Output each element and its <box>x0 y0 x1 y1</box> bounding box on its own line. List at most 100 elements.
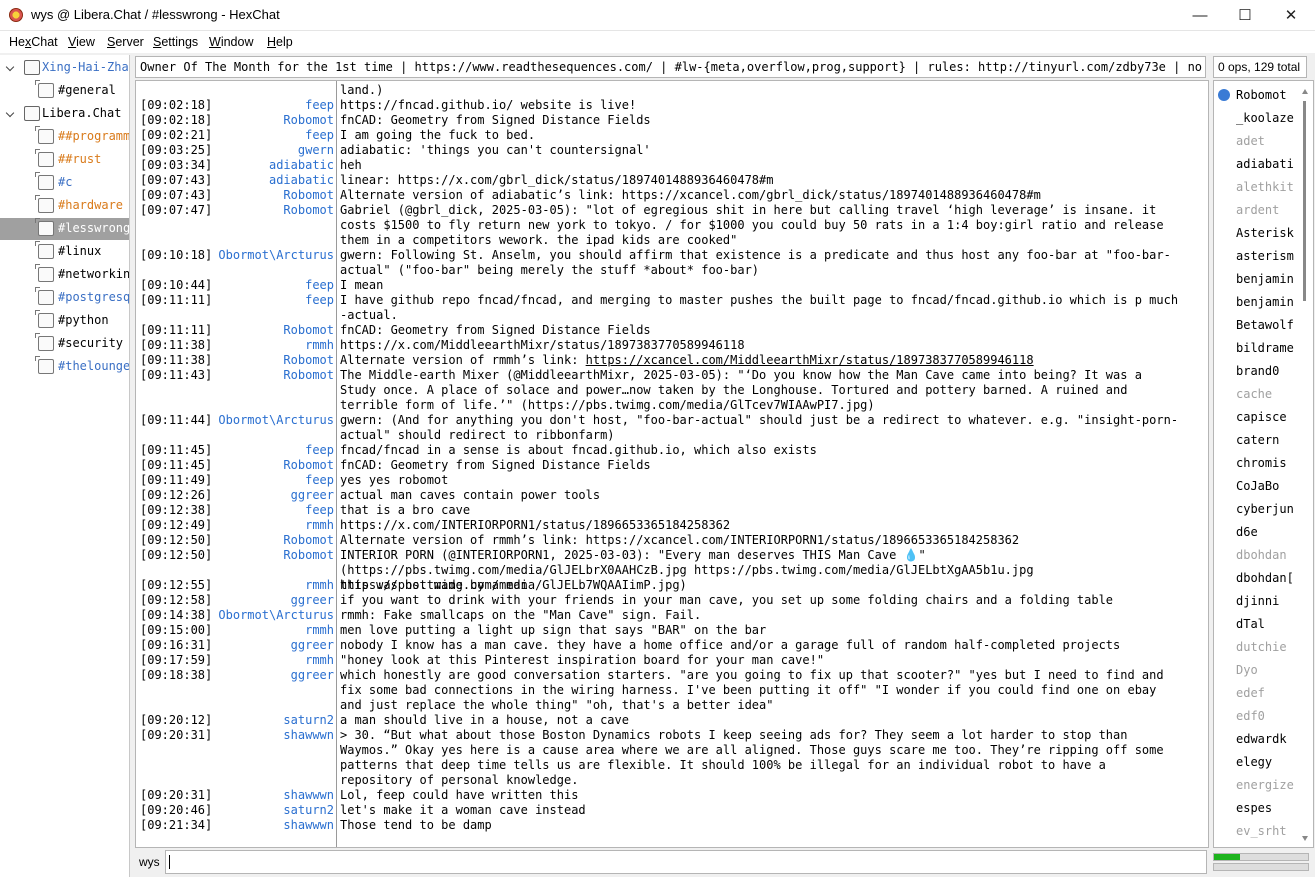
user-list-item[interactable]: edef <box>1236 686 1265 700</box>
menu-help[interactable]: Help <box>267 35 293 49</box>
user-list-item[interactable]: adiabati <box>1236 157 1294 171</box>
user-list-item[interactable]: cyberjun <box>1236 502 1294 516</box>
user-list-item[interactable]: edf0 <box>1236 709 1265 723</box>
tree-channel[interactable]: #linux <box>0 241 129 263</box>
user-list-item[interactable]: d6e <box>1236 525 1258 539</box>
user-list-item[interactable]: elegy <box>1236 755 1272 769</box>
tree-server[interactable]: Libera.Chat <box>0 103 129 125</box>
user-list-item[interactable]: benjamin <box>1236 272 1294 286</box>
tree-channel[interactable]: #security <box>0 333 129 355</box>
user-list-item[interactable]: djinni <box>1236 594 1279 608</box>
message-nick[interactable]: Robomot <box>283 113 334 128</box>
chat-log[interactable]: land.) [09:02:18] feep https://fncad.github… <box>135 80 1209 848</box>
user-list-item[interactable]: dbohdan <box>1236 548 1287 562</box>
message-nick[interactable]: adiabatic <box>269 173 334 188</box>
user-list-item[interactable]: dutchie <box>1236 640 1287 654</box>
user-list-item[interactable]: espes <box>1236 801 1272 815</box>
user-list-item[interactable]: bildrame <box>1236 341 1294 355</box>
user-list-item[interactable]: Asterisk <box>1236 226 1294 240</box>
user-scroll-down-icon[interactable] <box>1302 836 1308 841</box>
message-nick[interactable]: gwern <box>298 143 334 158</box>
tree-channel[interactable]: ##programming <box>0 126 129 148</box>
user-list-item[interactable]: Dyo <box>1236 663 1258 677</box>
minimize-button[interactable]: — <box>1177 0 1223 30</box>
message-nick[interactable]: Robomot <box>283 458 334 473</box>
user-list-item[interactable]: benjamin <box>1236 295 1294 309</box>
user-list-item[interactable]: Betawolf <box>1236 318 1294 332</box>
tree-channel[interactable]: #networking <box>0 264 129 286</box>
message-nick[interactable]: Robomot <box>283 533 334 548</box>
user-list-item[interactable]: Robomot <box>1236 88 1287 102</box>
topic-bar[interactable]: Owner Of The Month for the 1st time | ht… <box>135 56 1206 78</box>
tree-channel[interactable]: #postgresql <box>0 287 129 309</box>
message-nick[interactable]: rmmh <box>305 623 334 638</box>
close-button[interactable]: ✕ <box>1268 0 1314 30</box>
nick-button[interactable]: wys <box>139 855 160 869</box>
tree-channel[interactable]: #c <box>0 172 129 194</box>
message-nick[interactable]: ggreer <box>291 488 334 503</box>
message-nick[interactable]: ggreer <box>291 593 334 608</box>
user-list-item[interactable]: chromis <box>1236 456 1287 470</box>
user-list-item[interactable]: asterism <box>1236 249 1294 263</box>
tree-channel[interactable]: #thelounge <box>0 356 129 378</box>
message-link[interactable]: https://xcancel.com/MiddleearthMixr/stat… <box>586 353 1034 367</box>
user-list-item[interactable]: _koolaze <box>1236 111 1294 125</box>
user-list-item[interactable]: brand0 <box>1236 364 1279 378</box>
tree-channel[interactable]: #python <box>0 310 129 332</box>
user-list-item[interactable]: capisce <box>1236 410 1287 424</box>
message-nick[interactable]: feep <box>305 503 334 518</box>
tree-server[interactable]: Xing-Hai-Zhan <box>0 57 129 79</box>
tree-channel[interactable]: ##rust <box>0 149 129 171</box>
user-list-item[interactable]: alethkit <box>1236 180 1294 194</box>
message-nick[interactable]: ggreer <box>291 638 334 653</box>
user-scroll-up-icon[interactable] <box>1302 89 1308 94</box>
message-nick[interactable]: saturn2 <box>283 713 334 728</box>
message-nick[interactable]: Obormot\Arcturus <box>218 248 334 263</box>
user-list-item[interactable]: adet <box>1236 134 1265 148</box>
message-nick[interactable]: Robomot <box>283 368 334 383</box>
user-scroll-thumb[interactable] <box>1303 101 1306 301</box>
user-list-item[interactable]: dTal <box>1236 617 1265 631</box>
message-nick[interactable]: feep <box>305 293 334 308</box>
message-nick[interactable]: Robomot <box>283 353 334 368</box>
message-nick[interactable]: Robomot <box>283 323 334 338</box>
user-list-item[interactable]: energize <box>1236 778 1294 792</box>
message-nick[interactable]: Robomot <box>283 203 334 218</box>
message-nick[interactable]: saturn2 <box>283 803 334 818</box>
user-list-item[interactable]: ev_srht <box>1236 824 1287 838</box>
user-list-item[interactable]: edwardk <box>1236 732 1287 746</box>
message-nick[interactable]: Robomot <box>283 188 334 203</box>
message-nick[interactable]: feep <box>305 473 334 488</box>
expander-icon[interactable] <box>6 109 15 118</box>
message-nick[interactable]: shawwwn <box>283 788 334 803</box>
message-nick[interactable]: Obormot\Arcturus <box>218 413 334 428</box>
tree-channel[interactable]: #lesswrong <box>0 218 129 240</box>
user-list-item[interactable]: cache <box>1236 387 1272 401</box>
message-nick[interactable]: adiabatic <box>269 158 334 173</box>
message-nick[interactable]: feep <box>305 128 334 143</box>
message-input[interactable] <box>165 850 1207 874</box>
menu-server[interactable]: Server <box>107 35 144 49</box>
menu-window[interactable]: Window <box>209 35 253 49</box>
user-list-item[interactable]: dbohdan[ <box>1236 571 1294 585</box>
message-nick[interactable]: rmmh <box>305 578 334 593</box>
tree-channel[interactable]: #hardware <box>0 195 129 217</box>
message-nick[interactable]: feep <box>305 443 334 458</box>
message-nick[interactable]: rmmh <box>305 338 334 353</box>
message-nick[interactable]: shawwwn <box>283 818 334 833</box>
message-nick[interactable]: ggreer <box>291 668 334 683</box>
user-list-item[interactable]: ardent <box>1236 203 1279 217</box>
user-list-item[interactable]: CoJaBo <box>1236 479 1279 493</box>
message-nick[interactable]: Robomot <box>283 548 334 563</box>
menu-hexchat[interactable]: HexChat <box>9 35 58 49</box>
message-nick[interactable]: rmmh <box>305 653 334 668</box>
user-list-item[interactable]: catern <box>1236 433 1279 447</box>
tree-channel[interactable]: #general <box>0 80 129 102</box>
message-nick[interactable]: feep <box>305 278 334 293</box>
menu-view[interactable]: View <box>68 35 95 49</box>
maximize-button[interactable]: ☐ <box>1222 0 1268 30</box>
expander-icon[interactable] <box>6 63 15 72</box>
message-nick[interactable]: feep <box>305 98 334 113</box>
menu-settings[interactable]: Settings <box>153 35 198 49</box>
message-nick[interactable]: rmmh <box>305 518 334 533</box>
